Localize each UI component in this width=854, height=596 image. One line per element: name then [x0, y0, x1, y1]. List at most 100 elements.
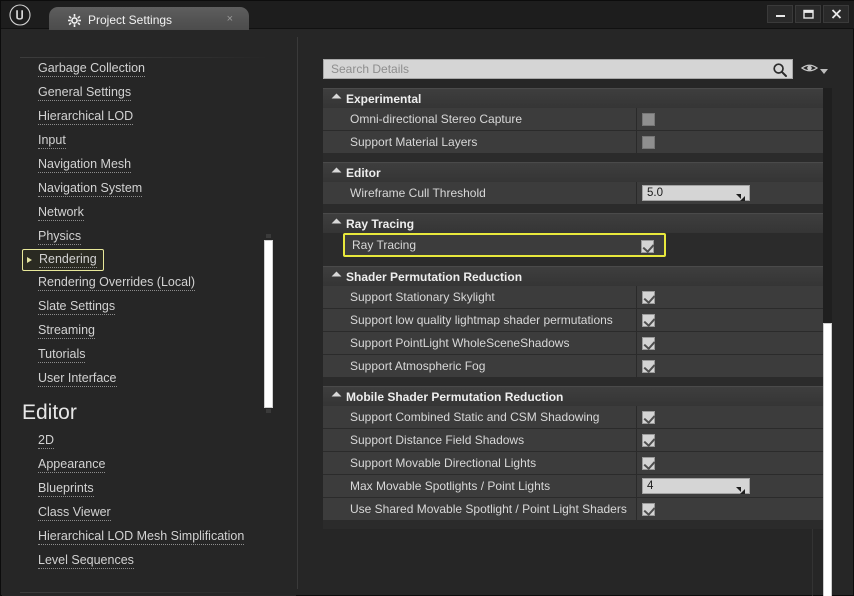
sidebar-item-rendering[interactable]: Rendering — [22, 249, 104, 271]
property-value — [636, 452, 823, 474]
category-body: Support Combined Static and CSM Shadowin… — [323, 406, 823, 529]
sidebar-item-label: Appearance — [38, 457, 105, 473]
checkbox-support-low-quality-lightmap-shader-permutations[interactable] — [642, 314, 655, 327]
sidebar-item-input[interactable]: Input — [2, 129, 270, 153]
sidebar-item-label: Navigation Mesh — [38, 157, 131, 173]
property-row[interactable]: Support Atmospheric Fog — [323, 355, 823, 377]
category-header-editor[interactable]: Editor — [323, 162, 823, 182]
sidebar-item-label: Rendering — [39, 252, 97, 268]
property-label-support-combined-static-and-csm-shadowing: Support Combined Static and CSM Shadowin… — [350, 410, 599, 424]
minimize-button[interactable] — [767, 5, 793, 23]
checkbox-omni-directional-stereo-capture[interactable] — [642, 113, 655, 126]
sidebar-item-label: Network — [38, 205, 84, 221]
sidebar-item-label: Rendering Overrides (Local) — [38, 275, 195, 291]
sidebar-item-navigation-mesh[interactable]: Navigation Mesh — [2, 153, 270, 177]
property-value — [636, 309, 823, 331]
close-icon[interactable]: × — [227, 13, 233, 25]
sidebar-item-label: General Settings — [38, 85, 131, 101]
sidebar-item-appearance[interactable]: Appearance — [2, 453, 270, 477]
category-title: Editor — [346, 166, 381, 180]
category-header-mobile-shader-permutation-reduction[interactable]: Mobile Shader Permutation Reduction — [323, 386, 823, 406]
property-row[interactable]: Ray Tracing — [343, 233, 666, 257]
details-scrollbar[interactable] — [823, 323, 832, 596]
spinner-icon[interactable] — [736, 189, 745, 198]
sidebar-scroll-down-stop — [266, 409, 271, 413]
category-body: Wireframe Cull Threshold5.0 — [323, 182, 823, 213]
search-icon[interactable] — [772, 62, 788, 78]
property-row[interactable]: Support Material Layers — [323, 131, 823, 153]
collapse-triangle-icon[interactable] — [332, 168, 342, 178]
category-title: Experimental — [346, 92, 421, 106]
property-row[interactable]: Omni-directional Stereo Capture — [323, 108, 823, 130]
category-header-ray-tracing[interactable]: Ray Tracing — [323, 213, 823, 233]
sidebar-item-user-interface[interactable]: User Interface — [2, 367, 270, 391]
sidebar-item-rendering-overrides-local[interactable]: Rendering Overrides (Local) — [2, 271, 270, 295]
sidebar-item-class-viewer[interactable]: Class Viewer — [2, 501, 270, 525]
property-label-ray-tracing: Ray Tracing — [352, 238, 416, 252]
unreal-engine-logo-icon — [7, 3, 33, 27]
property-row[interactable]: Wireframe Cull Threshold5.0 — [323, 182, 823, 204]
sidebar-item-2d[interactable]: 2D — [2, 429, 270, 453]
property-label-omni-directional-stereo-capture: Omni-directional Stereo Capture — [350, 112, 522, 126]
property-value — [636, 355, 823, 377]
checkbox-support-pointlight-wholesceneshadows[interactable] — [642, 337, 655, 350]
sidebar-item-label: Input — [38, 133, 66, 149]
property-value — [636, 286, 823, 308]
number-input-max-movable-spotlights-point-lights[interactable]: 4 — [642, 478, 750, 494]
sidebar-item-label: Garbage Collection — [38, 61, 145, 77]
property-row[interactable]: Support Movable Directional Lights — [323, 452, 823, 474]
collapse-triangle-icon[interactable] — [332, 392, 342, 402]
sidebar-item-label: Level Sequences — [38, 553, 134, 569]
checkbox-support-combined-static-and-csm-shadowing[interactable] — [642, 411, 655, 424]
collapse-triangle-icon[interactable] — [332, 272, 342, 282]
sidebar-item-navigation-system[interactable]: Navigation System — [2, 177, 270, 201]
sidebar-item-label: Tutorials — [38, 347, 85, 363]
collapse-triangle-icon[interactable] — [332, 219, 342, 229]
search-input[interactable]: Search Details — [323, 59, 793, 79]
property-row[interactable]: Use Shared Movable Spotlight / Point Lig… — [323, 498, 823, 520]
settings-sidebar: Garbage Collection General Settings Hierar… — [2, 30, 296, 596]
sidebar-item-general-settings[interactable]: General Settings — [2, 81, 270, 105]
checkbox-support-stationary-skylight[interactable] — [642, 291, 655, 304]
panel-splitter[interactable] — [297, 37, 298, 589]
collapse-triangle-icon[interactable] — [332, 94, 342, 104]
sidebar-item-label: 2D — [38, 433, 54, 449]
property-row[interactable]: Support Stationary Skylight — [323, 286, 823, 308]
checkbox-use-shared-movable-spotlight-point-light-shaders[interactable] — [642, 503, 655, 516]
expand-arrow-icon — [27, 257, 32, 263]
spinner-icon[interactable] — [736, 482, 745, 491]
checkbox-support-movable-directional-lights[interactable] — [642, 457, 655, 470]
sidebar-bottom-divider — [20, 592, 270, 593]
sidebar-item-hierarchical-lod-mesh-simplification[interactable]: Hierarchical LOD Mesh Simplification — [2, 525, 270, 549]
category-header-shader-permutation-reduction[interactable]: Shader Permutation Reduction — [323, 266, 823, 286]
sidebar-item-streaming[interactable]: Streaming — [2, 319, 270, 343]
sidebar-item-tutorials[interactable]: Tutorials — [2, 343, 270, 367]
property-label-support-stationary-skylight: Support Stationary Skylight — [350, 290, 495, 304]
sidebar-item-label: Navigation System — [38, 181, 142, 197]
property-row[interactable]: Support PointLight WholeSceneShadows — [323, 332, 823, 354]
close-button[interactable] — [823, 5, 849, 23]
checkbox-support-material-layers[interactable] — [642, 136, 655, 149]
property-row[interactable]: Support Combined Static and CSM Shadowin… — [323, 406, 823, 428]
property-row[interactable]: Support low quality lightmap shader perm… — [323, 309, 823, 331]
sidebar-item-level-sequences[interactable]: Level Sequences — [2, 549, 270, 573]
checkbox-support-atmospheric-fog[interactable] — [642, 360, 655, 373]
property-row[interactable]: Support Distance Field Shadows — [323, 429, 823, 451]
property-value — [636, 108, 823, 130]
sidebar-item-hierarchical-lod[interactable]: Hierarchical LOD — [2, 105, 270, 129]
property-row[interactable]: Max Movable Spotlights / Point Lights4 — [323, 475, 823, 497]
checkbox-support-distance-field-shadows[interactable] — [642, 434, 655, 447]
sidebar-item-network[interactable]: Network — [2, 201, 270, 225]
number-input-wireframe-cull-threshold[interactable]: 5.0 — [642, 185, 750, 201]
category-shader-permutation-reduction: Shader Permutation Reduction Support Stat… — [323, 266, 823, 386]
checkbox-ray-tracing[interactable] — [641, 240, 654, 253]
sidebar-item-blueprints[interactable]: Blueprints — [2, 477, 270, 501]
category-header-experimental[interactable]: Experimental — [323, 88, 823, 108]
sidebar-item-physics[interactable]: Physics — [2, 225, 270, 249]
sidebar-item-label: Class Viewer — [38, 505, 111, 521]
sidebar-scrollbar[interactable] — [264, 240, 273, 408]
restore-button[interactable] — [795, 5, 821, 23]
view-options-button[interactable] — [801, 61, 828, 79]
sidebar-item-slate-settings[interactable]: Slate Settings — [2, 295, 270, 319]
sidebar-item-garbage-collection[interactable]: Garbage Collection — [2, 57, 270, 81]
